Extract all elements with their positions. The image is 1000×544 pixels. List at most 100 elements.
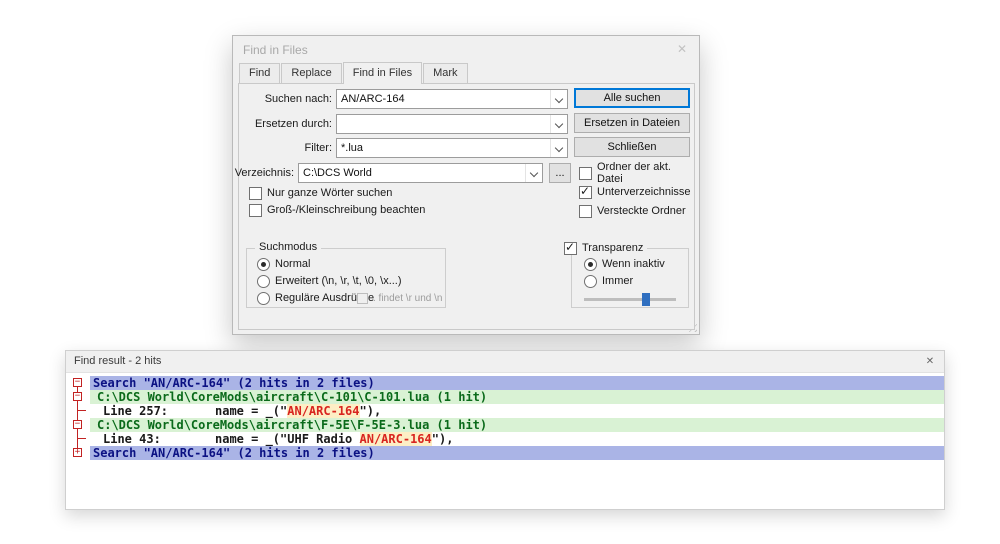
replace-label: Ersetzen durch: [254,118,332,130]
checkbox-box [357,292,368,304]
fold-gutter: − [66,376,90,390]
search-dropdown-button[interactable] [550,90,567,108]
code-before: name = _(" [215,404,288,418]
filter-dropdown-button[interactable] [550,139,567,157]
result-body[interactable]: − Search "AN/ARC-164" (2 hits in 2 files… [66,373,944,509]
code-after: "), [359,404,382,418]
checkbox-transparency[interactable]: ✓ Transparenz [560,239,648,255]
fold-collapse-icon[interactable]: − [73,392,82,401]
check-icon: ✓ [580,183,591,198]
dialog-tabs: Find Replace Find in Files Mark [239,62,469,84]
checkbox-dot-matches-newline: . findet \r und \n [357,291,443,305]
fold-collapse-icon[interactable]: − [73,420,82,429]
file-path-text: C:\DCS World\CoreMods\aircraft\F-5E\F-5E… [90,418,944,432]
checkbox-subdirs[interactable]: ✓ Unterverzeichnisse [579,183,691,199]
transparency-group: Wenn inaktiv Immer [571,248,689,308]
tab-replace[interactable]: Replace [281,63,342,83]
radio-extended[interactable]: Erweitert (\n, \r, \t, \0, \x...) [257,274,402,288]
find-result-panel: Find result - 2 hits ✕ − Search "AN/ARC-… [65,350,945,510]
find-all-button[interactable]: Alle suchen [574,88,690,108]
chevron-down-icon [554,94,564,104]
checkbox-label: Ordner der akt. Datei [597,161,671,185]
browse-button[interactable]: ... [549,163,571,183]
checkbox-match-case[interactable]: Groß-/Kleinschreibung beachten [249,203,425,217]
fold-gutter: − [66,418,90,432]
fold-collapse-icon[interactable]: − [73,378,82,387]
checkbox-box: ✓ [564,239,577,255]
fold-expand-icon[interactable]: + [73,448,82,457]
checkbox-hidden-folders[interactable]: Versteckte Ordner [579,204,686,218]
match-line: Line 43: name = _("UHF Radio AN/ARC-164")… [90,432,944,446]
checkbox-label: Transparenz [582,242,644,254]
search-input[interactable] [337,90,550,108]
checkbox-box [579,204,592,218]
check-icon: ✓ [565,239,576,254]
radio-dot [257,291,270,305]
tab-mark[interactable]: Mark [423,63,468,83]
result-lines: − Search "AN/ARC-164" (2 hits in 2 files… [66,373,944,460]
match-highlight: AN/ARC-164 [359,432,432,446]
fold-gutter: − [66,390,90,404]
replace-in-files-button[interactable]: Ersetzen in Dateien [574,113,690,133]
file-row[interactable]: − C:\DCS World\CoreMods\aircraft\F-5E\F-… [66,418,944,432]
match-row[interactable]: Line 257: name = _("AN/ARC-164"), [66,404,944,418]
search-label: Suchen nach: [264,93,332,105]
result-close-icon[interactable]: ✕ [922,354,938,370]
directory-input[interactable] [299,164,525,182]
close-dialog-button[interactable]: Schließen [574,137,690,157]
checkbox-label: . findet \r und \n [373,292,443,304]
replace-input[interactable] [337,115,550,133]
filter-input[interactable] [337,139,550,157]
desktop: Find in Files ✕ Find Replace Find in Fil… [0,0,1000,544]
match-row[interactable]: Line 43: name = _("UHF Radio AN/ARC-164")… [66,432,944,446]
checkbox-label: Nur ganze Wörter suchen [267,187,393,199]
directory-combobox [298,163,543,183]
chevron-down-icon [554,119,564,129]
radio-dot [584,257,597,271]
code-before: name = _("UHF Radio [215,432,360,446]
radio-dot [584,274,597,288]
search-header-row[interactable]: − Search "AN/ARC-164" (2 hits in 2 files… [66,376,944,390]
replace-combobox [336,114,568,134]
code-after: "), [431,432,454,446]
slider-thumb[interactable] [642,293,650,306]
fold-gutter [66,432,90,446]
tab-find[interactable]: Find [239,63,281,83]
directory-dropdown-button[interactable] [525,164,542,182]
search-mode-title: Suchmodus [255,241,322,253]
radio-dot [257,274,270,288]
checkbox-label: Groß-/Kleinschreibung beachten [267,204,426,216]
dialog-close-icon[interactable]: ✕ [665,36,699,62]
radio-on-inactive[interactable]: Wenn inaktiv [584,257,665,271]
match-line: Line 257: name = _("AN/ARC-164"), [90,404,944,418]
file-row[interactable]: − C:\DCS World\CoreMods\aircraft\C-101\C… [66,390,944,404]
chevron-down-icon [529,168,539,178]
radio-always[interactable]: Immer [584,274,633,288]
checkbox-follow-doc[interactable]: Ordner der akt. Datei [579,161,699,185]
radio-label: Wenn inaktiv [602,258,665,270]
checkbox-label: Unterverzeichnisse [597,186,691,198]
checkbox-box [579,166,592,180]
search-mode-group: Suchmodus Normal Erweitert (\n, \r, \t, … [246,241,446,308]
fold-gutter [66,404,90,418]
dialog-titlebar[interactable]: Find in Files ✕ [233,36,699,63]
result-titlebar[interactable]: Find result - 2 hits ✕ [66,351,944,373]
filter-label: Filter: [304,142,333,154]
transparency-slider[interactable] [584,293,676,306]
match-highlight: AN/ARC-164 [287,404,360,418]
find-in-files-dialog: Find in Files ✕ Find Replace Find in Fil… [232,35,700,335]
radio-normal[interactable]: Normal [257,257,310,271]
checkbox-box [249,186,262,200]
tab-find-in-files[interactable]: Find in Files [342,62,423,84]
search-header-row[interactable]: + Search "AN/ARC-164" (2 hits in 2 files… [66,446,944,460]
radio-label: Normal [275,258,311,270]
checkbox-box: ✓ [579,183,592,199]
filter-combobox [336,138,568,158]
result-title: Find result - 2 hits [74,355,162,367]
replace-dropdown-button[interactable] [550,115,567,133]
line-number: Line 43: [103,432,161,446]
dialog-title: Find in Files [243,43,308,57]
slider-track[interactable] [584,298,676,301]
checkbox-box [249,203,262,217]
checkbox-whole-word[interactable]: Nur ganze Wörter suchen [249,186,392,200]
